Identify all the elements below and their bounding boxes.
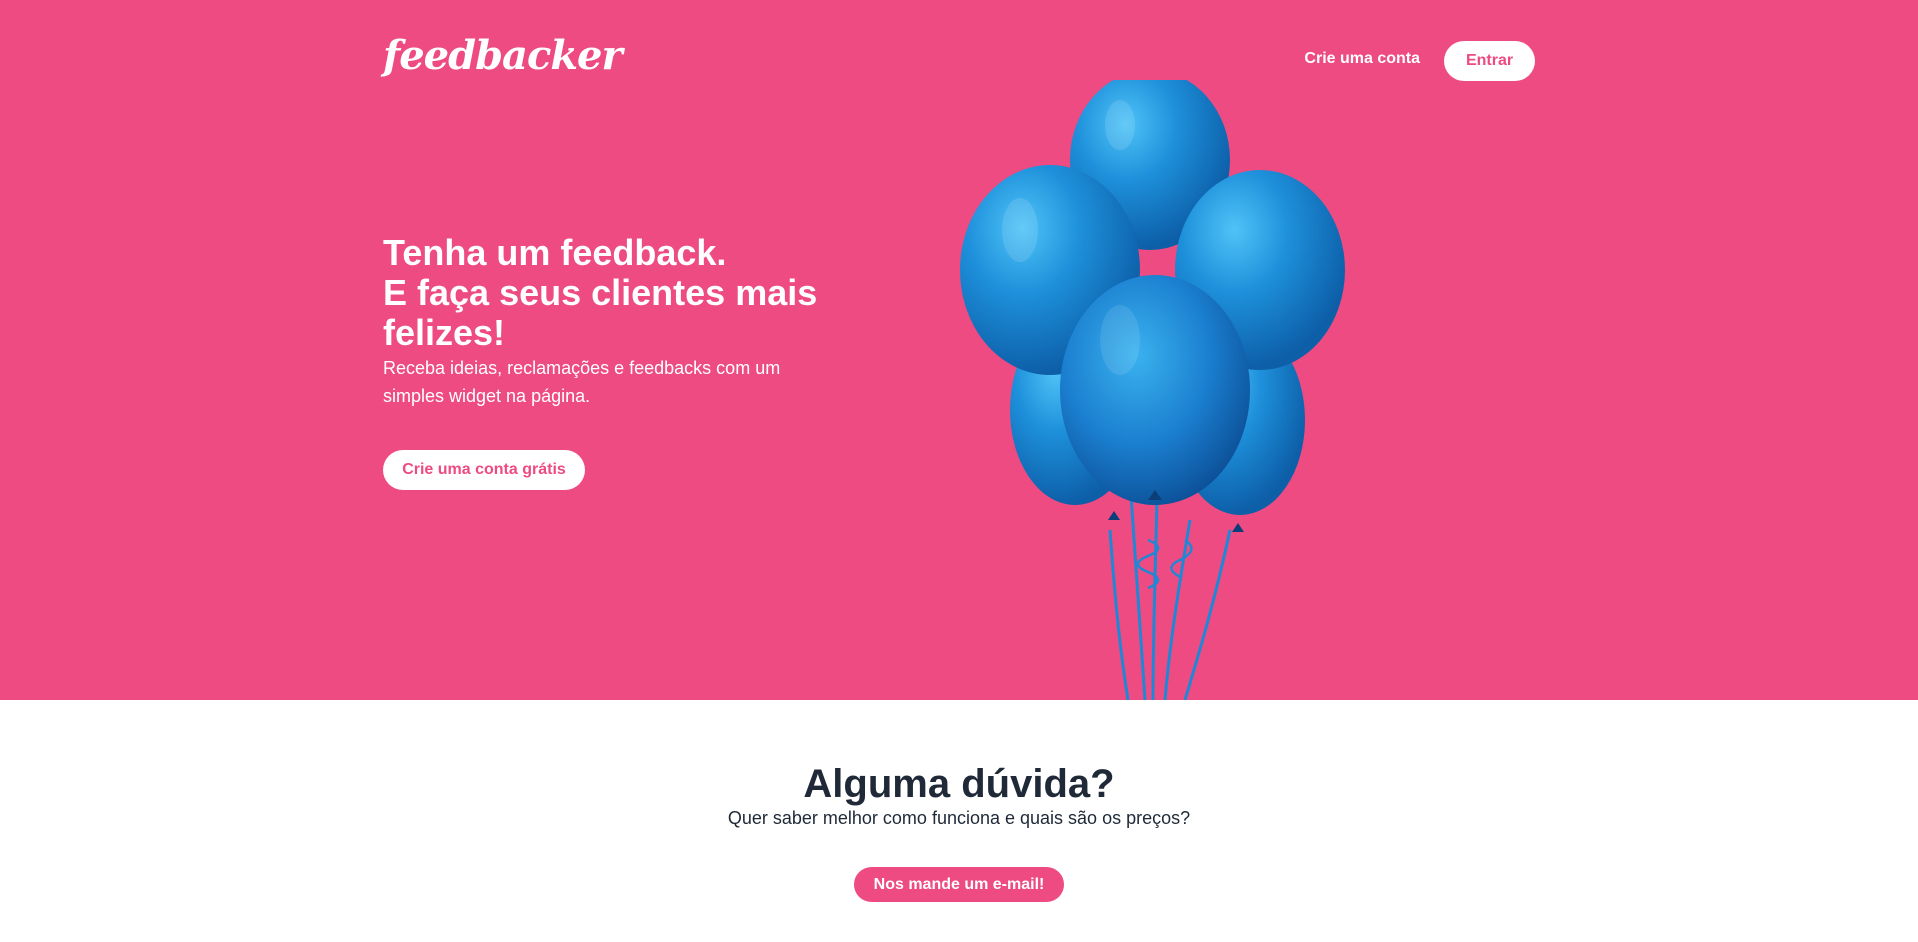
- hero-container: feedbacker Crie uma conta Entrar Tenha u…: [383, 0, 1535, 700]
- balloon-strings: [1108, 479, 1232, 700]
- hero-headline: Tenha um feedback. E faça seus clientes …: [383, 233, 853, 353]
- balloon-group: [960, 80, 1345, 532]
- logo[interactable]: feedbacker: [383, 32, 623, 79]
- contact-title: Alguma dúvida?: [803, 762, 1115, 806]
- contact-section: Alguma dúvida? Quer saber melhor como fu…: [0, 700, 1918, 942]
- headline-line-3: felizes!: [383, 312, 506, 353]
- balloons-illustration: [960, 80, 1345, 700]
- login-button[interactable]: Entrar: [1444, 41, 1535, 81]
- headline-line-1: Tenha um feedback.: [383, 232, 727, 273]
- headline-line-2: E faça seus clientes mais: [383, 272, 818, 313]
- signup-free-button[interactable]: Crie uma conta grátis: [383, 450, 585, 490]
- email-us-button[interactable]: Nos mande um e-mail!: [854, 867, 1064, 902]
- hero-section: feedbacker Crie uma conta Entrar Tenha u…: [0, 0, 1918, 700]
- hero-subtext: Receba ideias, reclamações e feedbacks c…: [383, 358, 781, 406]
- contact-subtitle: Quer saber melhor como funciona e quais …: [727, 808, 1191, 828]
- nav-signup-link[interactable]: Crie uma conta: [1304, 50, 1420, 68]
